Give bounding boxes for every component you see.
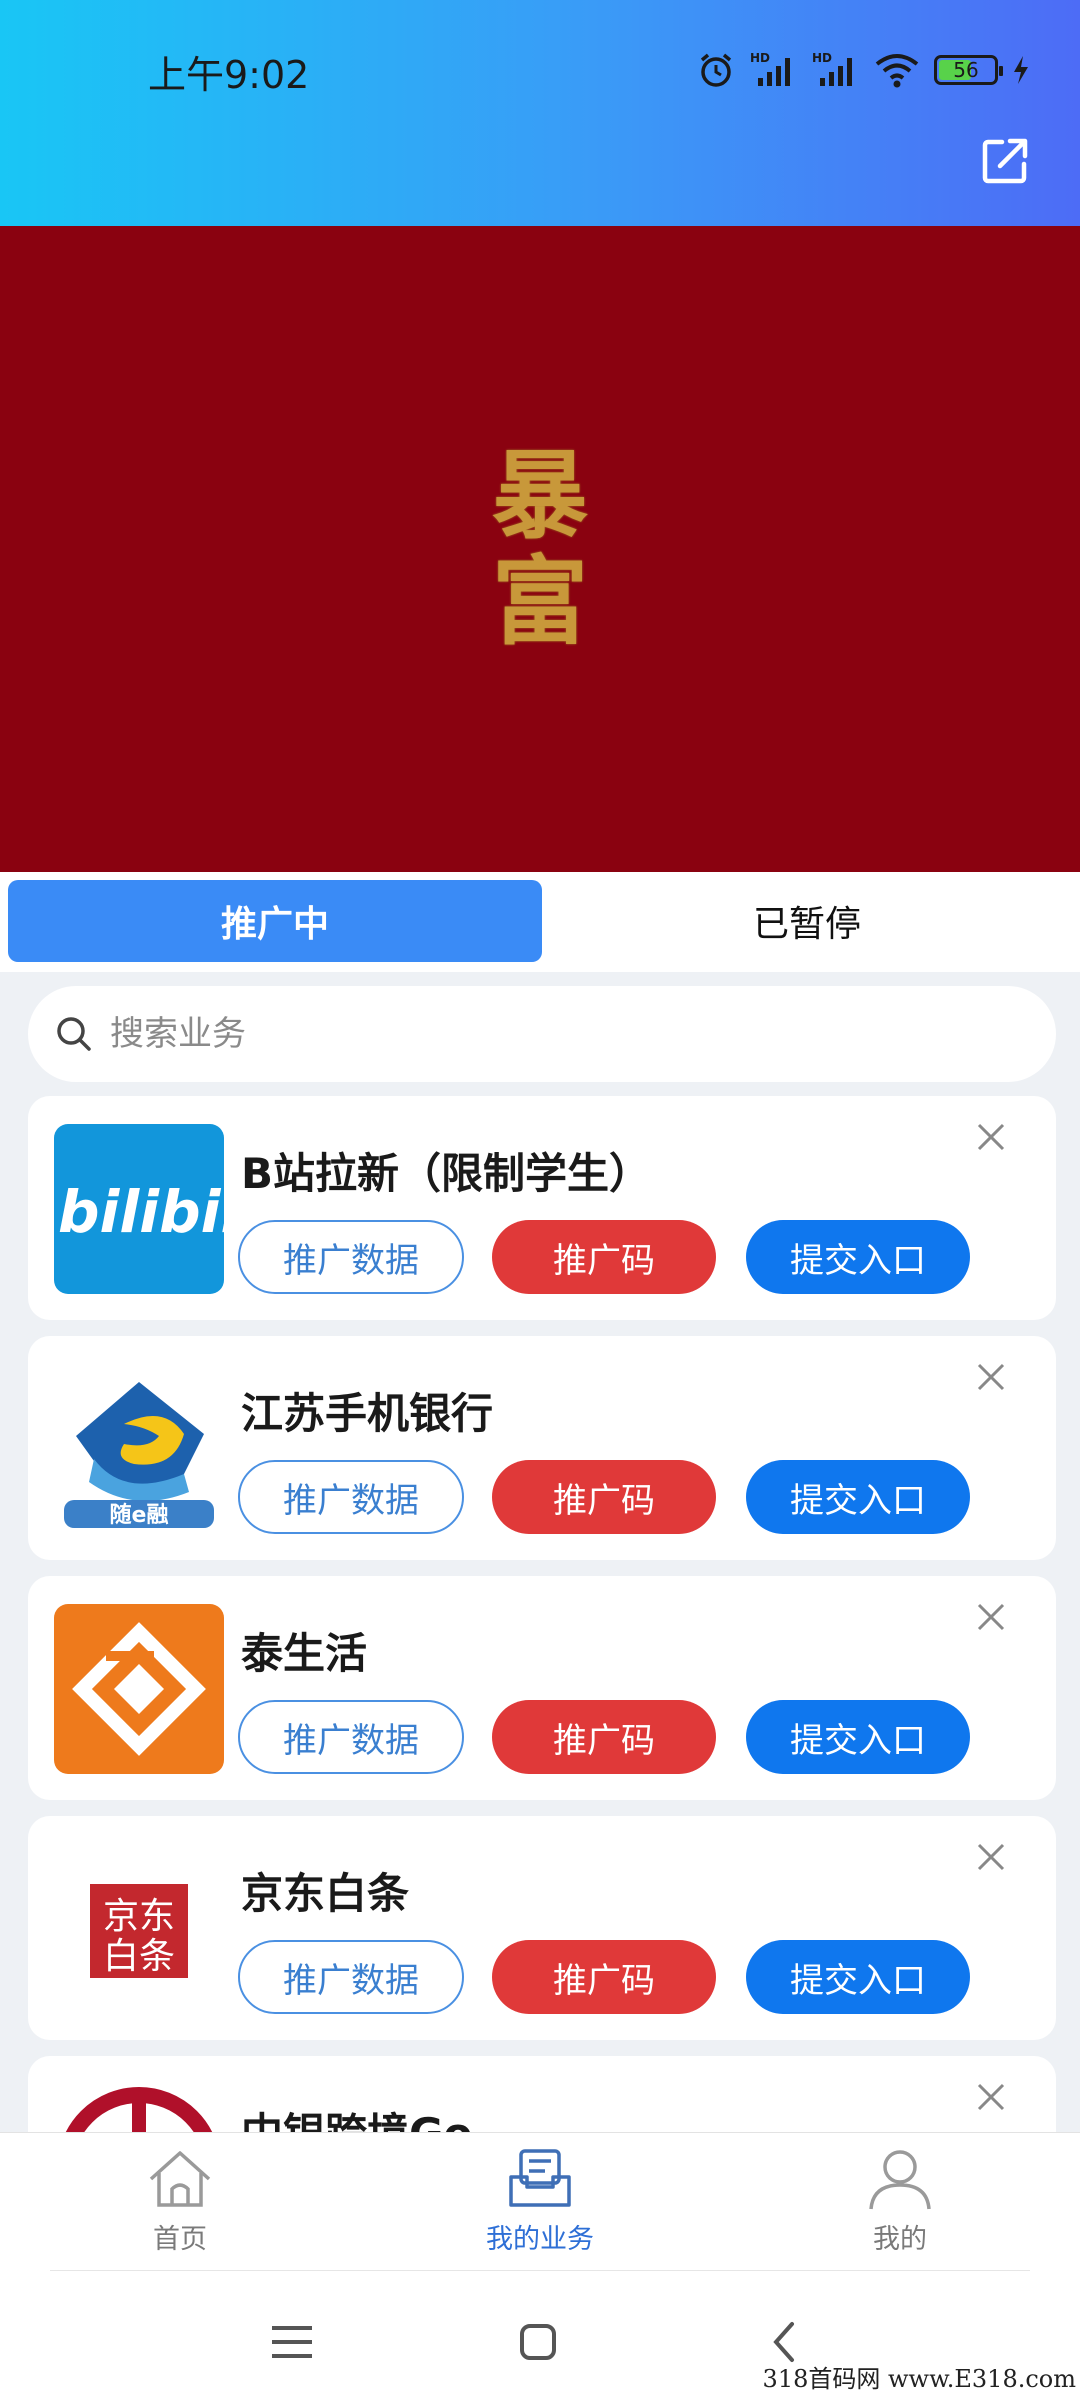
svg-text:HD: HD bbox=[750, 51, 770, 65]
nav-me[interactable]: 我的 bbox=[790, 2147, 1010, 2267]
status-time: 上午9:02 bbox=[148, 53, 310, 97]
nav-home[interactable]: 首页 bbox=[70, 2147, 290, 2267]
promo-data-button[interactable]: 推广数据 bbox=[238, 1940, 464, 2014]
home-icon bbox=[149, 2151, 211, 2207]
promo-data-button[interactable]: 推广数据 bbox=[238, 1700, 464, 1774]
banner-text-line1: 暴 bbox=[492, 439, 588, 552]
watermark-text: 318首码网 www.E318.com bbox=[762, 2365, 1076, 2393]
bilibili-logo: bilibili bbox=[54, 1124, 224, 1294]
jd-logo-line1: 京东 bbox=[103, 1896, 175, 1937]
jiangsu-bank-logo-text: 随e融 bbox=[110, 1502, 169, 1528]
submit-entry-button[interactable]: 提交入口 bbox=[746, 1220, 970, 1294]
business-card-jiangsu-bank: 随e融 江苏手机银行 推广数据 推广码 提交入口 bbox=[28, 1336, 1056, 1560]
battery-level: 56 bbox=[953, 58, 979, 82]
business-icon bbox=[509, 2149, 571, 2207]
submit-entry-button[interactable]: 提交入口 bbox=[746, 1700, 970, 1774]
card-title: 江苏手机银行 bbox=[241, 1389, 494, 1438]
user-icon bbox=[869, 2150, 931, 2210]
search-icon bbox=[57, 1017, 91, 1051]
status-tabs: 推广中 已暂停 bbox=[0, 872, 1080, 972]
card-title: 京东白条 bbox=[241, 1869, 410, 1918]
business-card-tai-life: 泰生活 推广数据 推广码 提交入口 bbox=[28, 1576, 1056, 1800]
svg-text:HD: HD bbox=[812, 51, 832, 65]
business-card-bilibili: bilibili B站拉新（限制学生） 推广数据 推广码 提交入口 bbox=[28, 1096, 1056, 1320]
divider bbox=[50, 2270, 1030, 2271]
promo-data-button[interactable]: 推广数据 bbox=[238, 1460, 464, 1534]
promo-data-button[interactable]: 推广数据 bbox=[238, 1220, 464, 1294]
promo-code-button[interactable]: 推广码 bbox=[492, 1940, 716, 2014]
submit-entry-button[interactable]: 提交入口 bbox=[746, 1460, 970, 1534]
business-card-jd-baitiao: 京东 白条 京东白条 推广数据 推广码 提交入口 bbox=[28, 1816, 1056, 2040]
alarm-icon bbox=[700, 53, 732, 87]
promo-code-button[interactable]: 推广码 bbox=[492, 1700, 716, 1774]
search-input[interactable] bbox=[110, 1014, 910, 1054]
menu-icon[interactable] bbox=[262, 2312, 322, 2372]
boc-logo bbox=[54, 2084, 224, 2132]
close-icon[interactable] bbox=[974, 1120, 1008, 1154]
wifi-icon bbox=[875, 54, 919, 88]
nav-my-business-label: 我的业务 bbox=[486, 2224, 594, 2255]
close-icon[interactable] bbox=[974, 2080, 1008, 2114]
jd-baitiao-logo: 京东 白条 bbox=[54, 1844, 224, 2014]
tai-life-logo bbox=[54, 1604, 224, 1774]
tab-promoting[interactable]: 推广中 bbox=[8, 880, 542, 962]
submit-entry-button[interactable]: 提交入口 bbox=[746, 1940, 970, 2014]
tab-paused[interactable]: 已暂停 bbox=[540, 880, 1074, 962]
search-bar[interactable] bbox=[28, 986, 1056, 1082]
home-button-icon[interactable] bbox=[508, 2312, 568, 2372]
close-icon[interactable] bbox=[974, 1600, 1008, 1634]
system-navigation-bar: 318首码网 www.E318.com bbox=[0, 2270, 1080, 2400]
charging-icon bbox=[1014, 56, 1028, 84]
card-title: 泰生活 bbox=[241, 1629, 368, 1678]
close-icon[interactable] bbox=[974, 1840, 1008, 1874]
nav-home-label: 首页 bbox=[153, 2224, 207, 2255]
card-title: B站拉新（限制学生） bbox=[241, 1149, 652, 1198]
nav-me-label: 我的 bbox=[873, 2224, 927, 2255]
promo-code-button[interactable]: 推广码 bbox=[492, 1460, 716, 1534]
close-icon[interactable] bbox=[974, 1360, 1008, 1394]
promo-code-button[interactable]: 推广码 bbox=[492, 1220, 716, 1294]
battery-indicator: 56 bbox=[934, 55, 1003, 85]
jd-logo-line2: 白条 bbox=[103, 1936, 175, 1977]
business-list: bilibili B站拉新（限制学生） 推广数据 推广码 提交入口 随e融 江苏… bbox=[0, 1096, 1080, 2132]
business-card-boc-go: 中银跨境Go bbox=[28, 2056, 1056, 2132]
jiangsu-bank-logo: 随e融 bbox=[54, 1364, 224, 1534]
bottom-navigation: 首页 我的业务 我的 bbox=[0, 2132, 1080, 2270]
banner-text-line2: 富 bbox=[492, 545, 588, 658]
bilibili-logo-text: bilibili bbox=[58, 1178, 224, 1246]
header-bar: 上午9:02 HD HD 56 bbox=[0, 0, 1080, 226]
promo-banner[interactable]: 暴 富 bbox=[0, 226, 1080, 872]
status-icons: HD HD 56 bbox=[696, 48, 1030, 92]
share-icon[interactable] bbox=[980, 136, 1030, 186]
signal-hd-icon-2: HD bbox=[812, 51, 852, 86]
nav-my-business[interactable]: 我的业务 bbox=[430, 2147, 650, 2267]
signal-hd-icon-1: HD bbox=[750, 51, 790, 86]
card-title: 中银跨境Go bbox=[241, 2100, 472, 2132]
